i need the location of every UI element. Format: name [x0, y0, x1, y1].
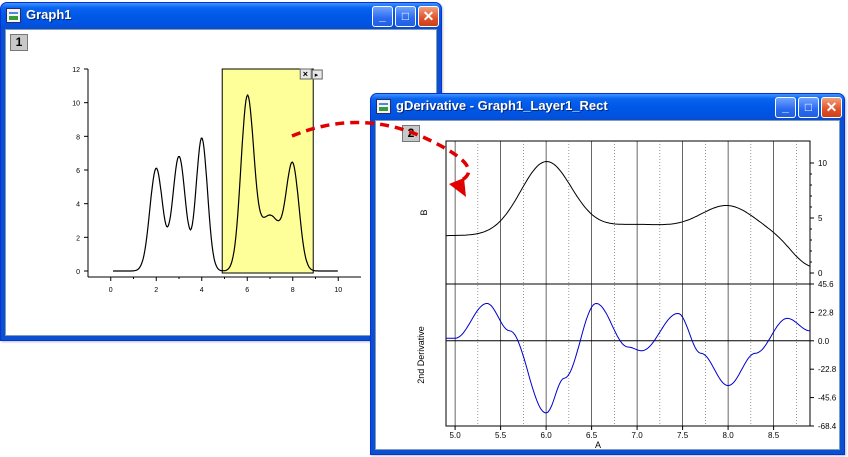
- b-axis-label: B: [419, 209, 429, 215]
- minimize-button[interactable]: _: [372, 6, 393, 27]
- close-button[interactable]: ✕: [821, 97, 842, 118]
- x-tick-label: 8.0: [723, 431, 735, 440]
- x-tick-label: 6.0: [541, 431, 553, 440]
- gderivative-title: gDerivative - Graph1_Layer1_Rect: [396, 98, 608, 113]
- roi-menu-icon: ▸: [315, 72, 319, 79]
- y-tick-label: -22.8: [818, 365, 837, 374]
- x-tick-label: 6: [245, 287, 249, 294]
- x-tick-label: 10: [334, 287, 342, 294]
- minimize-button[interactable]: _: [775, 97, 796, 118]
- y-tick-label: 0: [76, 269, 80, 276]
- y-tick-label: 6: [76, 168, 80, 175]
- y-tick-label: 22.8: [818, 308, 834, 317]
- x-tick-label: 2: [154, 287, 158, 294]
- x-tick-label: 4: [200, 287, 204, 294]
- maximize-button[interactable]: □: [798, 97, 819, 118]
- x-tick-label: 6.5: [586, 431, 598, 440]
- y-tick-label: 5: [818, 214, 823, 223]
- gderivative-titlebar[interactable]: gDerivative - Graph1_Layer1_Rect _ □ ✕: [371, 94, 844, 120]
- y-tick-label: 10: [72, 101, 80, 108]
- a-axis-label: A: [595, 440, 601, 449]
- rect-roi: [221, 68, 314, 274]
- y-tick-label: -45.6: [818, 394, 837, 403]
- y-tick-label: 2: [76, 235, 80, 242]
- gderivative-window[interactable]: gDerivative - Graph1_Layer1_Rect _ □ ✕ 2…: [370, 93, 845, 455]
- x-tick-label: 8: [291, 287, 295, 294]
- close-button[interactable]: ✕: [418, 6, 439, 27]
- graph1-title: Graph1: [26, 7, 72, 22]
- x-tick-label: 7.5: [677, 431, 689, 440]
- x-tick-label: 0: [109, 287, 113, 294]
- x-tick-label: 8.5: [768, 431, 780, 440]
- graph1-titlebar[interactable]: Graph1 _ □ ✕: [1, 3, 441, 29]
- y-tick-label: 45.6: [818, 280, 834, 289]
- y-tick-label: 0.0: [818, 337, 830, 346]
- graph-window-icon: [6, 8, 21, 23]
- roi-close-icon: ×: [303, 69, 308, 79]
- y-tick-label: 4: [76, 202, 80, 209]
- x-tick-label: 5.0: [450, 431, 462, 440]
- graph-window-icon: [376, 99, 391, 114]
- y-tick-label: 12: [72, 67, 80, 74]
- y-tick-label: -68.4: [818, 422, 837, 431]
- y-tick-label: 0: [818, 269, 823, 278]
- derivative-axis-label: 2nd Derivative: [416, 326, 426, 384]
- x-tick-label: 5.5: [495, 431, 507, 440]
- maximize-button[interactable]: □: [395, 6, 416, 27]
- y-tick-label: 8: [76, 134, 80, 141]
- x-tick-label: 7.0: [632, 431, 644, 440]
- gderivative-plot: 10 5 0 B 45.6 22.8 0.0 -22.8 -45.6 -68.4 2nd Deriv…: [416, 140, 837, 449]
- gderivative-client: 2 10 5 0 B 45.6 22.8 0.0 -22.8 -45.6 -68.4 2nd Der…: [375, 120, 840, 450]
- y-tick-label: 10: [818, 159, 827, 168]
